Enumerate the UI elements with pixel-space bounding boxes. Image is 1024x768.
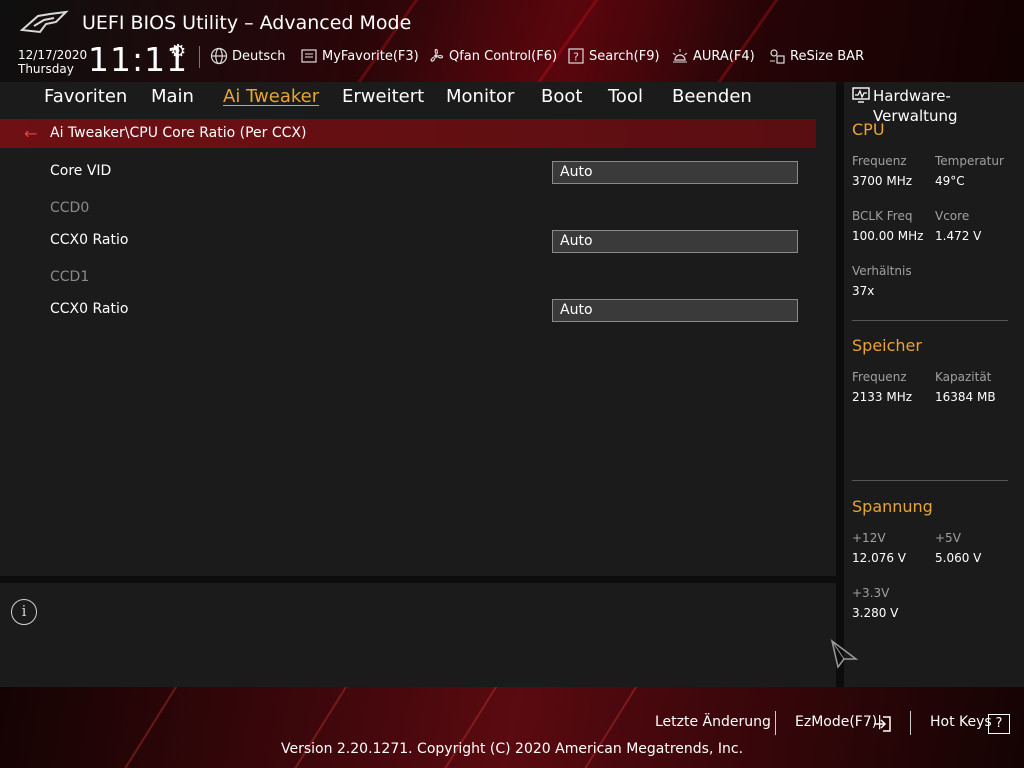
tab-boot[interactable]: Boot	[541, 86, 582, 107]
help-divider	[0, 576, 836, 583]
bclk-value: 100.00 MHz	[852, 229, 924, 243]
hot-keys-button[interactable]: Hot Keys	[930, 714, 992, 730]
vcore-label: Vcore	[935, 209, 970, 223]
hot-keys-help-icon[interactable]: ?	[988, 714, 1010, 734]
breadcrumb-text: Ai Tweaker\CPU Core Ratio (Per CCX)	[50, 125, 307, 141]
resize-bar-button[interactable]: ReSize BAR	[768, 45, 864, 67]
language-label: Deutsch	[232, 48, 286, 64]
bclk-label: BCLK Freq	[852, 209, 913, 223]
header-bar: UEFI BIOS Utility – Advanced Mode 12/17/…	[0, 0, 1024, 82]
cpu-temp-value: 49°C	[935, 174, 965, 188]
ccd0-group-label: CCD0	[50, 200, 90, 216]
vcore-value: 1.472 V	[935, 229, 982, 243]
ezmode-button[interactable]: EzMode(F7)|	[795, 714, 882, 730]
rog-logo-icon	[20, 10, 69, 34]
ratio-value: 37x	[852, 284, 875, 298]
memory-voltage-separator	[852, 480, 1008, 481]
memory-freq-value: 2133 MHz	[852, 390, 913, 404]
exit-arrow-icon[interactable]	[872, 715, 892, 733]
svg-text:?: ?	[573, 51, 579, 64]
tab-tool[interactable]: Tool	[608, 86, 643, 107]
qfan-label: Qfan Control(F6)	[449, 48, 558, 64]
v33-value: 3.280 V	[852, 606, 899, 620]
aura-button[interactable]: AURA(F4)	[671, 45, 755, 67]
v33-label: +3.3V	[852, 586, 890, 600]
ccd1-ccx0-ratio-select[interactable]: Auto	[552, 299, 798, 322]
resize-bar-icon	[770, 49, 785, 64]
last-change-button[interactable]: Letzte Änderung	[655, 714, 771, 730]
v5-label: +5V	[935, 531, 961, 545]
cpu-section-title: CPU	[852, 120, 885, 139]
hardware-monitor-title: Hardware-Verwaltung	[873, 87, 958, 125]
aura-label: AURA(F4)	[693, 48, 755, 64]
myfavorite-label: MyFavorite(F3)	[322, 48, 419, 64]
weekday-display: Thursday	[18, 62, 74, 76]
tab-favoriten[interactable]: Favoriten	[44, 86, 127, 107]
tab-ai-tweaker[interactable]: Ai Tweaker	[223, 86, 319, 107]
ccd1-ccx0-ratio-label: CCX0 Ratio	[50, 301, 129, 317]
copyright-text: Version 2.20.1271. Copyright (C) 2020 Am…	[280, 741, 744, 757]
globe-icon	[210, 47, 228, 65]
side-panel-divider	[836, 82, 844, 687]
favorite-list-icon	[301, 49, 317, 63]
tab-beenden[interactable]: Beenden	[672, 86, 752, 107]
cpu-temp-label: Temperatur	[935, 154, 1004, 168]
main-nav: Favoriten Main Ai Tweaker Erweitert Moni…	[0, 82, 836, 118]
search-button[interactable]: ? Search(F9)	[567, 45, 660, 67]
tab-erweitert[interactable]: Erweitert	[342, 86, 424, 107]
mouse-cursor-icon	[830, 639, 859, 669]
gear-icon[interactable]: ⚙	[170, 41, 186, 62]
hardware-monitor-panel: Hardware-Verwaltung CPU Frequenz Tempera…	[844, 82, 1024, 687]
breadcrumb: ← Ai Tweaker\CPU Core Ratio (Per CCX)	[0, 119, 816, 148]
tab-monitor[interactable]: Monitor	[446, 86, 514, 107]
back-arrow-icon[interactable]: ←	[24, 124, 37, 143]
ccd1-group-label: CCD1	[50, 269, 90, 285]
monitor-icon	[852, 87, 870, 103]
ccd0-ccx0-ratio-label: CCX0 Ratio	[50, 232, 129, 248]
tab-main[interactable]: Main	[151, 86, 194, 107]
v12-label: +12V	[852, 531, 886, 545]
cpu-freq-value: 3700 MHz	[852, 174, 913, 188]
memory-freq-label: Frequenz	[852, 370, 907, 384]
footer-separator	[775, 711, 776, 735]
language-button[interactable]: Deutsch	[210, 45, 286, 67]
memory-capacity-label: Kapazität	[935, 370, 992, 384]
v12-value: 12.076 V	[852, 551, 907, 565]
ccd0-ccx0-ratio-select[interactable]: Auto	[552, 230, 798, 253]
core-vid-select[interactable]: Auto	[552, 161, 798, 184]
myfavorite-button[interactable]: MyFavorite(F3)	[300, 45, 419, 67]
aura-light-icon	[672, 49, 688, 63]
search-label: Search(F9)	[589, 48, 660, 64]
app-title: UEFI BIOS Utility – Advanced Mode	[82, 12, 412, 34]
voltage-section-title: Spannung	[852, 497, 933, 516]
header-separator	[199, 46, 200, 68]
qfan-control-button[interactable]: Qfan Control(F6)	[427, 45, 557, 67]
footer-bar: Letzte Änderung EzMode(F7)| Hot Keys ? V…	[0, 687, 1024, 768]
cpu-memory-separator	[852, 320, 1008, 321]
fan-icon	[430, 48, 444, 62]
resize-bar-label: ReSize BAR	[790, 48, 865, 64]
memory-capacity-value: 16384 MB	[935, 390, 996, 404]
memory-section-title: Speicher	[852, 336, 922, 355]
core-vid-label: Core VID	[50, 163, 112, 179]
ratio-label: Verhältnis	[852, 264, 912, 278]
footer-separator-2	[910, 711, 911, 735]
search-help-icon: ?	[568, 48, 584, 64]
v5-value: 5.060 V	[935, 551, 982, 565]
cpu-freq-label: Frequenz	[852, 154, 907, 168]
date-display: 12/17/2020	[18, 48, 88, 62]
info-icon: i	[11, 599, 37, 625]
